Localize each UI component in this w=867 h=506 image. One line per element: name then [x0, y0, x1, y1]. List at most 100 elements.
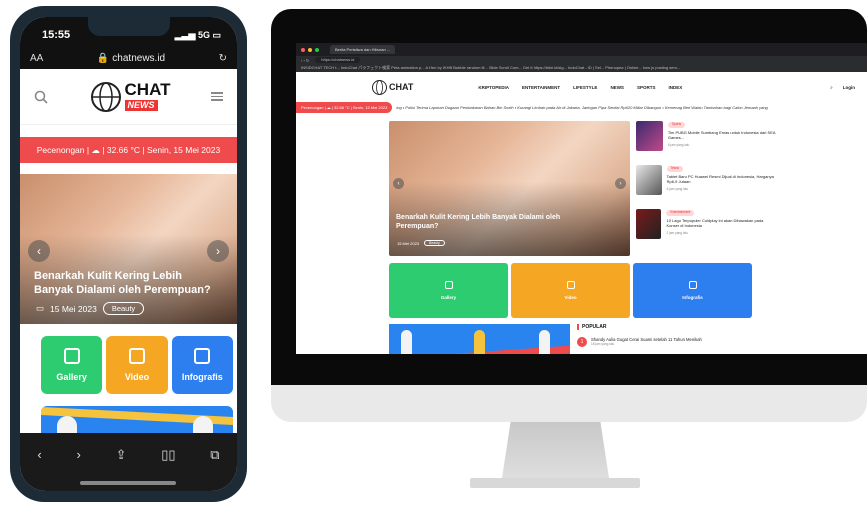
- news-title: 10 Lagu Terpopuler Coldplay ini akan Dib…: [666, 217, 764, 229]
- popular-rank: 1: [577, 337, 587, 347]
- news-thumbnail: [636, 121, 663, 151]
- globe-logo-icon: [372, 79, 387, 95]
- news-title: Tablet Baru PC Huawei Resmi Dijual di In…: [666, 173, 774, 185]
- news-tag: Entertainment: [666, 210, 695, 216]
- popular-item[interactable]: 1 Shandy Aulia Gugat Cerai Suami setelah…: [577, 337, 777, 347]
- news-thumbnail: [636, 209, 662, 239]
- hero-meta: ▭ 15 Mei 2023 Beauty: [36, 302, 145, 315]
- desktop-sea-games-banner[interactable]: [389, 324, 570, 354]
- phone-url-bar[interactable]: AA 🔒 chatnews.id ↻: [20, 47, 237, 69]
- url-field[interactable]: 🔒 chatnews.id: [97, 53, 165, 64]
- hero-tag[interactable]: Beauty: [102, 302, 145, 315]
- ticker-text[interactable]: ing • Polisi Terima Laporan Dugaan Pemba…: [392, 105, 767, 110]
- status-signal: ▂▃▅ 5G ▭: [174, 29, 221, 40]
- minimize-window-button[interactable]: [308, 47, 312, 52]
- desktop-category-tiles: Gallery Video Infografis: [389, 263, 752, 318]
- news-ticker: Pecenongan | ☁ | 32.66 °C | Senin, 15 Me…: [296, 102, 867, 113]
- status-network: 5G: [197, 29, 210, 40]
- desktop-hero-title[interactable]: Benarkah Kulit Kering Lebih Banyak Diala…: [396, 213, 586, 231]
- browser-tab-bar: Berita Peristiwa dan Hiburan ...: [296, 43, 867, 56]
- main-nav: KRIPTOPEDIA ENTERTAINMENT LIFESTYLE NEWS…: [478, 85, 682, 90]
- login-link[interactable]: Login: [843, 85, 855, 90]
- url-text: chatnews.id: [112, 52, 166, 64]
- nav-kriptopedia[interactable]: KRIPTOPEDIA: [478, 85, 509, 90]
- search-icon[interactable]: ⌕: [830, 85, 833, 90]
- slider-prev-button[interactable]: ‹: [28, 240, 50, 262]
- hero-title[interactable]: Benarkah Kulit Kering Lebih Banyak Diala…: [34, 269, 224, 297]
- maximize-window-button[interactable]: [315, 47, 319, 52]
- desktop-logo[interactable]: CHAT: [371, 79, 413, 96]
- forward-icon[interactable]: ›: [76, 447, 80, 462]
- address-field[interactable]: https://chatnews.id: [315, 57, 361, 63]
- hero-slider[interactable]: ‹ › Benarkah Kulit Kering Lebih Banyak D…: [20, 174, 237, 324]
- news-tag: Tekno: [666, 166, 684, 172]
- close-window-button[interactable]: [301, 47, 305, 52]
- desktop-site-header: CHAT KRIPTOPEDIA ENTERTAINMENT LIFESTYLE…: [296, 72, 867, 102]
- desktop-hero-slider[interactable]: ‹ › Benarkah Kulit Kering Lebih Banyak D…: [389, 121, 630, 256]
- text-size-button[interactable]: AA: [30, 53, 43, 64]
- browser-toolbar: ‹ › ⇪ ▯▯ ⧉: [20, 433, 237, 491]
- chart-icon: [688, 281, 697, 289]
- trophy-image: [474, 330, 485, 354]
- desktop-hero-meta: 15 Mei 2023 Beauty: [397, 240, 445, 246]
- nav-news[interactable]: NEWS: [610, 85, 624, 90]
- bookmarks-icon[interactable]: ▯▯: [161, 447, 175, 463]
- browser-tab[interactable]: Berita Peristiwa dan Hiburan ...: [330, 45, 396, 54]
- status-time: 15:55: [42, 29, 71, 41]
- news-title: Tim PUBG Mobile Sumbang Emas untuk Indon…: [667, 129, 776, 141]
- hamburger-menu-icon[interactable]: [210, 90, 223, 103]
- site-logo[interactable]: CHAT NEWS: [89, 79, 171, 114]
- side-news-item[interactable]: Entertainment 10 Lagu Terpopuler Coldpla…: [636, 209, 776, 253]
- share-icon[interactable]: ⇪: [116, 447, 127, 463]
- globe-logo-icon: [90, 81, 121, 112]
- calendar-icon: ▭: [36, 303, 45, 313]
- phone-mockup: 15:55 ▂▃▅ 5G ▭ AA 🔒 chatnews.id ↻ CHAT N…: [10, 6, 247, 502]
- desktop-main: ‹ › Benarkah Kulit Kering Lebih Banyak D…: [296, 113, 867, 354]
- site-header: CHAT NEWS: [20, 69, 237, 125]
- infografis-label: Infografis: [181, 372, 223, 382]
- logo-text: CHAT: [124, 79, 171, 99]
- weather-bar: Pecenongan | ☁ | 32.66 °C | Senin, 15 Me…: [20, 137, 237, 163]
- video-label: Video: [564, 295, 577, 300]
- phone-screen: 15:55 ▂▃▅ 5G ▭ AA 🔒 chatnews.id ↻ CHAT N…: [20, 17, 237, 491]
- gallery-label: Gallery: [56, 372, 87, 382]
- image-icon: [444, 281, 453, 289]
- video-tile[interactable]: Video: [106, 336, 168, 394]
- back-icon[interactable]: ‹: [37, 447, 41, 462]
- home-indicator: [80, 481, 176, 485]
- slider-prev-button[interactable]: ‹: [393, 178, 404, 189]
- video-tile[interactable]: Video: [511, 263, 630, 318]
- nav-entertainment[interactable]: ENTERTAINMENT: [522, 85, 560, 90]
- image-icon: [63, 348, 80, 364]
- nav-sports[interactable]: SPORTS: [637, 85, 656, 90]
- infografis-tile[interactable]: Infografis: [633, 263, 752, 318]
- video-icon: [128, 348, 145, 364]
- side-news-list: Sports Tim PUBG Mobile Sumbang Emas untu…: [636, 121, 776, 253]
- side-news-item[interactable]: Sports Tim PUBG Mobile Sumbang Emas untu…: [636, 121, 776, 165]
- desktop-monitor: Berita Peristiwa dan Hiburan ... ‹ › ↻ h…: [271, 9, 867, 422]
- news-time: 6 jam yang lalu: [667, 142, 690, 147]
- popular-section: POPULAR 1 Shandy Aulia Gugat Cerai Suami…: [577, 324, 777, 347]
- news-tag: Sports: [667, 122, 686, 128]
- news-thumbnail: [636, 165, 662, 195]
- monitor-stand-base: [470, 478, 640, 488]
- gallery-tile[interactable]: Gallery: [41, 336, 103, 394]
- nav-arrows-icon[interactable]: ‹ › ↻: [301, 58, 309, 63]
- infografis-tile[interactable]: Infografis: [171, 336, 233, 394]
- tabs-icon[interactable]: ⧉: [210, 447, 219, 463]
- desktop-weather: Pecenongan | ☁ | 32.66 °C | Senin, 15 Me…: [296, 102, 393, 113]
- video-icon: [566, 281, 575, 289]
- gallery-tile[interactable]: Gallery: [389, 263, 508, 318]
- desktop-hero-tag[interactable]: Beauty: [424, 240, 445, 246]
- slider-next-button[interactable]: ›: [207, 240, 229, 262]
- reload-icon[interactable]: ↻: [219, 53, 227, 64]
- nav-index[interactable]: INDEX: [668, 85, 682, 90]
- search-icon[interactable]: [34, 90, 48, 104]
- bookmarks-bar[interactable]: INSIDCHAT TECH t... IndoChat パラフェクト検索 Pe…: [296, 64, 867, 72]
- infografis-label: Infografis: [682, 295, 703, 300]
- side-news-item[interactable]: Tekno Tablet Baru PC Huawei Resmi Dijual…: [636, 165, 776, 209]
- nav-lifestyle[interactable]: LIFESTYLE: [573, 85, 597, 90]
- desktop-logo-text: CHAT: [389, 82, 414, 92]
- gallery-label: Gallery: [440, 295, 457, 300]
- slider-next-button[interactable]: ›: [615, 178, 626, 189]
